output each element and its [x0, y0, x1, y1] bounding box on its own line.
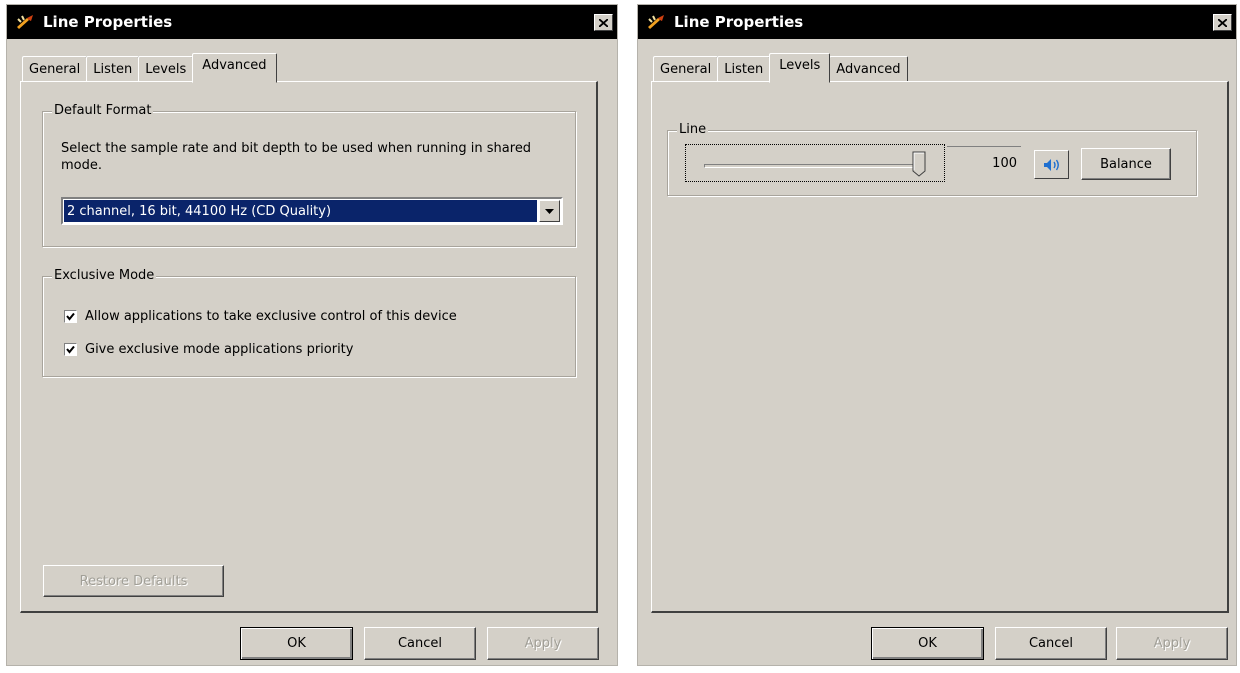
close-button[interactable]	[1213, 14, 1232, 31]
tab-advanced[interactable]: Advanced	[192, 53, 277, 83]
app-icon	[17, 15, 33, 29]
default-format-description: Select the sample rate and bit depth to …	[61, 141, 532, 173]
tab-listen[interactable]: Listen	[717, 56, 771, 82]
sample-rate-select[interactable]: 2 channel, 16 bit, 44100 Hz (CD Quality)	[61, 197, 563, 225]
cancel-button[interactable]: Cancel	[364, 627, 476, 660]
tab-strip: General Listen Levels Advanced	[653, 52, 908, 83]
ok-button[interactable]: OK	[240, 627, 353, 660]
dropdown-arrow-icon	[545, 208, 554, 214]
ok-button[interactable]: OK	[871, 627, 984, 660]
tab-advanced[interactable]: Advanced	[829, 56, 908, 82]
restore-defaults-button[interactable]: Restore Defaults	[43, 565, 224, 597]
exclusive-priority-checkbox[interactable]	[64, 343, 77, 356]
close-icon	[1218, 18, 1227, 27]
window-title: Line Properties	[43, 13, 173, 31]
balance-button[interactable]: Balance	[1081, 148, 1171, 180]
slider-track	[704, 164, 919, 168]
line-properties-dialog-levels: Line Properties General Listen Levels Ad…	[637, 4, 1237, 666]
sample-rate-selected-value: 2 channel, 16 bit, 44100 Hz (CD Quality)	[64, 200, 537, 222]
tab-listen[interactable]: Listen	[86, 56, 140, 82]
exclusive-mode-label: Exclusive Mode	[52, 268, 157, 283]
allow-exclusive-control-label: Allow applications to take exclusive con…	[85, 309, 457, 324]
allow-exclusive-control-option[interactable]: Allow applications to take exclusive con…	[64, 309, 457, 324]
exclusive-priority-option[interactable]: Give exclusive mode applications priorit…	[64, 342, 353, 357]
level-value: 100	[947, 146, 1021, 180]
line-properties-dialog-advanced: Line Properties General Listen Levels Ad…	[6, 4, 618, 666]
app-icon	[648, 15, 664, 29]
speaker-icon	[1043, 158, 1059, 171]
tab-levels[interactable]: Levels	[769, 53, 831, 83]
volume-slider[interactable]	[685, 144, 945, 182]
default-format-group: Default Format Select the sample rate an…	[42, 103, 576, 247]
exclusive-mode-group: Exclusive Mode Allow applications to tak…	[42, 268, 576, 377]
exclusive-priority-label: Give exclusive mode applications priorit…	[85, 342, 354, 357]
checkmark-icon	[66, 345, 75, 354]
close-button[interactable]	[594, 14, 613, 31]
cancel-button[interactable]: Cancel	[995, 627, 1107, 660]
close-icon	[599, 18, 608, 27]
tab-panel-levels: Line 100 Balance	[651, 81, 1229, 613]
window-title: Line Properties	[674, 13, 804, 31]
slider-thumb[interactable]	[912, 151, 926, 177]
tab-levels[interactable]: Levels	[138, 56, 194, 82]
apply-button[interactable]: Apply	[1116, 627, 1228, 660]
title-bar[interactable]: Line Properties	[638, 5, 1236, 39]
dropdown-arrow-button[interactable]	[539, 200, 560, 222]
tab-general[interactable]: General	[22, 56, 88, 82]
tab-strip: General Listen Levels Advanced	[22, 52, 277, 83]
apply-button[interactable]: Apply	[487, 627, 599, 660]
line-level-label: Line	[677, 122, 709, 137]
line-level-group: Line 100 Balance	[667, 122, 1197, 196]
allow-exclusive-control-checkbox[interactable]	[64, 310, 77, 323]
tab-general[interactable]: General	[653, 56, 719, 82]
mute-button[interactable]	[1034, 150, 1069, 179]
title-bar[interactable]: Line Properties	[7, 5, 617, 39]
default-format-label: Default Format	[52, 103, 154, 118]
checkmark-icon	[66, 312, 75, 321]
tab-panel-advanced: Default Format Select the sample rate an…	[20, 81, 598, 613]
